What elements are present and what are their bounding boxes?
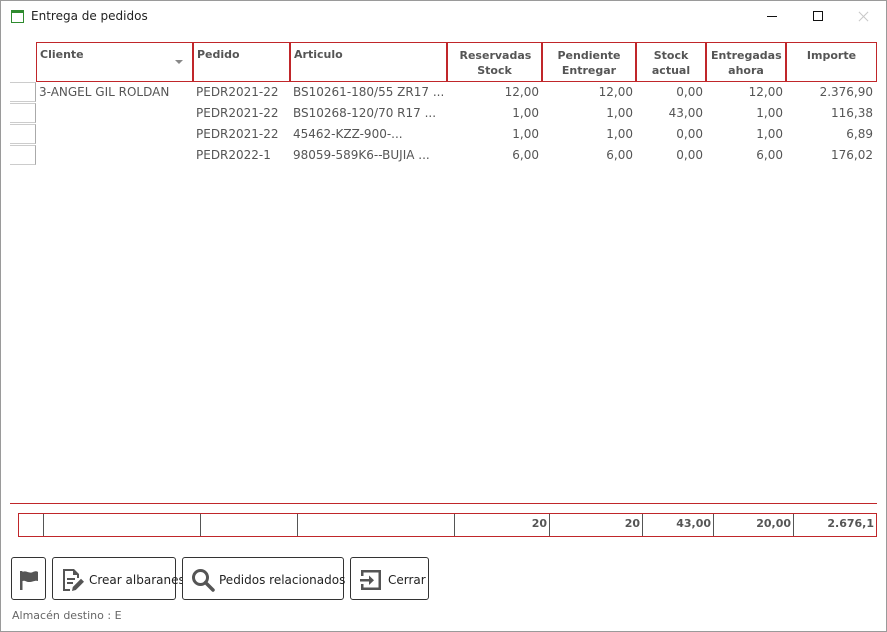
cell-cliente: 3-ANGEL GIL ROLDAN <box>39 85 170 99</box>
cell-pedido: PEDR2021-22 <box>196 85 279 99</box>
column-header-importe[interactable]: Importe <box>786 42 877 82</box>
cell-stock: 0,00 <box>676 127 703 141</box>
cell-stock: 43,00 <box>668 106 703 120</box>
window-icon <box>11 10 24 23</box>
totals-cell-pedido <box>201 514 298 536</box>
column-header-label: Stock actual <box>651 49 691 77</box>
cell-importe: 2.376,90 <box>819 85 873 99</box>
table-row[interactable]: PEDR2021-22 45462-KZZ-900-... 1,00 1,00 … <box>10 124 877 145</box>
cerrar-button[interactable]: Cerrar <box>350 557 429 600</box>
cerrar-label: Cerrar <box>388 573 426 587</box>
cell-pendiente: 1,00 <box>606 106 633 120</box>
cell-pedido: PEDR2022-1 <box>196 148 271 162</box>
orders-grid: Cliente Pedido Articulo Reservadas Stock… <box>10 42 877 498</box>
column-header-label: Cliente <box>40 48 84 61</box>
table-row[interactable]: PEDR2022-1 98059-589K6--BUJIA ... 6,00 6… <box>10 145 877 166</box>
crear-albaranes-label: Crear albaranes <box>89 573 185 587</box>
maximize-button[interactable] <box>795 1 841 32</box>
cell-articulo: 45462-KZZ-900-... <box>293 127 403 141</box>
cell-pendiente: 1,00 <box>606 127 633 141</box>
totals-cell-reservadas: 20 <box>455 514 550 536</box>
totals-cell-entregadas: 20,00 <box>714 514 794 536</box>
column-header-label: Reservadas Stock <box>459 49 532 77</box>
totals-row: 20 20 43,00 20,00 2.676,1 <box>18 513 877 537</box>
column-header-label: Entregadas ahora <box>711 49 782 77</box>
column-header-label: Importe <box>806 49 857 62</box>
totals-cell-articulo <box>298 514 455 536</box>
cell-entregadas: 6,00 <box>756 148 783 162</box>
totals-cell-pendiente: 20 <box>550 514 643 536</box>
close-button[interactable] <box>841 1 887 32</box>
column-header-stock-actual[interactable]: Stock actual <box>636 42 706 82</box>
cell-pendiente: 12,00 <box>598 85 633 99</box>
cell-importe: 6,89 <box>846 127 873 141</box>
window: Entrega de pedidos Cliente Pedido Articu… <box>0 0 887 632</box>
totals-indicator-cell <box>19 514 44 536</box>
cell-reservadas: 6,00 <box>512 148 539 162</box>
window-title: Entrega de pedidos <box>31 9 148 23</box>
column-header-reservadas-stock[interactable]: Reservadas Stock <box>447 42 542 82</box>
cell-importe: 176,02 <box>831 148 873 162</box>
column-header-pedido[interactable]: Pedido <box>193 42 290 82</box>
cell-stock: 0,00 <box>676 85 703 99</box>
cell-entregadas: 1,00 <box>756 106 783 120</box>
column-header-entregadas-ahora[interactable]: Entregadas ahora <box>706 42 786 82</box>
cell-entregadas: 1,00 <box>756 127 783 141</box>
column-header-label: Pedido <box>197 48 240 61</box>
exit-icon <box>358 567 384 593</box>
totals-cell-stock: 43,00 <box>643 514 714 536</box>
grid-bottom-border <box>10 503 877 504</box>
table-row[interactable]: 3-ANGEL GIL ROLDAN PEDR2021-22 BS10261-1… <box>10 82 877 103</box>
totals-cell-cliente <box>44 514 201 536</box>
cell-articulo: BS10268-120/70 R17 ... <box>293 106 437 120</box>
column-header-label: Articulo <box>294 48 343 61</box>
totals-cell-importe: 2.676,1 <box>827 517 874 530</box>
cell-stock: 0,00 <box>676 148 703 162</box>
column-header-cliente[interactable]: Cliente <box>36 42 193 82</box>
pedidos-relacionados-label: Pedidos relacionados <box>219 573 346 587</box>
cell-articulo: 98059-589K6--BUJIA ... <box>293 148 430 162</box>
cell-reservadas: 12,00 <box>504 85 539 99</box>
minimize-button[interactable] <box>749 1 795 32</box>
flag-button[interactable] <box>11 557 46 600</box>
cell-pedido: PEDR2021-22 <box>196 106 279 120</box>
cell-reservadas: 1,00 <box>512 127 539 141</box>
pedidos-relacionados-button[interactable]: Pedidos relacionados <box>182 557 346 600</box>
title-bar[interactable]: Entrega de pedidos <box>1 1 886 32</box>
sort-arrow-icon <box>175 60 183 64</box>
edit-document-icon <box>60 567 86 593</box>
flag-icon <box>16 567 42 593</box>
cell-pendiente: 6,00 <box>606 148 633 162</box>
column-header-pendiente-entregar[interactable]: Pendiente Entregar <box>542 42 636 82</box>
crear-albaranes-button[interactable]: Crear albaranes <box>52 557 185 600</box>
cell-pedido: PEDR2021-22 <box>196 127 279 141</box>
grid-rows: 3-ANGEL GIL ROLDAN PEDR2021-22 BS10261-1… <box>10 82 877 166</box>
table-row[interactable]: PEDR2021-22 BS10268-120/70 R17 ... 1,00 … <box>10 103 877 124</box>
column-header-label: Pendiente Entregar <box>557 49 621 77</box>
cell-importe: 116,38 <box>831 106 873 120</box>
cell-reservadas: 1,00 <box>512 106 539 120</box>
cell-articulo: BS10261-180/55 ZR17 ... <box>293 85 443 99</box>
search-icon <box>190 567 216 593</box>
almacen-destino-label: Almacén destino : E <box>12 609 122 622</box>
column-header-articulo[interactable]: Articulo <box>290 42 447 82</box>
cell-entregadas: 12,00 <box>748 85 783 99</box>
